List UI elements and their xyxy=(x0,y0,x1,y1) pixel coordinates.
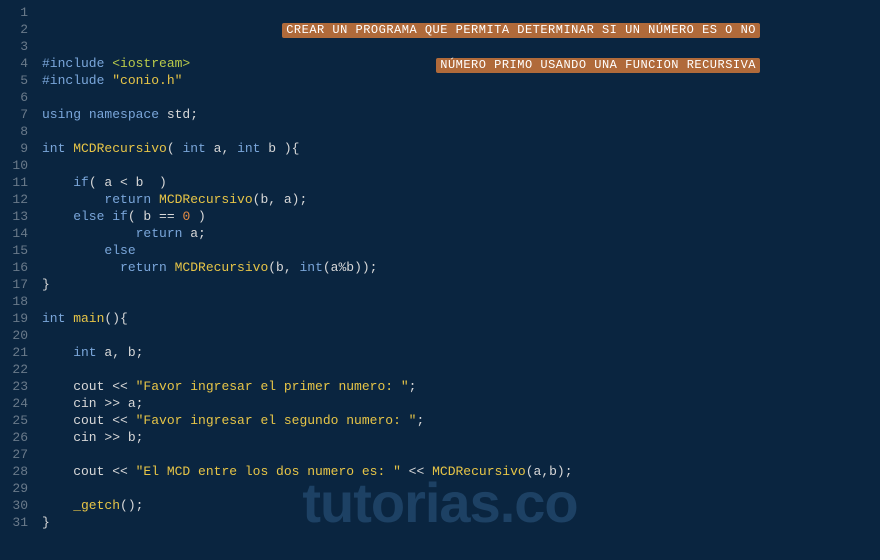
line-number: 10 xyxy=(0,157,28,174)
line-number: 1 xyxy=(0,4,28,21)
code-editor[interactable]: 1 2 3 4 5 6 7 8 9 10 11 12 13 14 15 16 1… xyxy=(0,0,880,560)
line-number-gutter: 1 2 3 4 5 6 7 8 9 10 11 12 13 14 15 16 1… xyxy=(0,0,36,560)
line-number: 31 xyxy=(0,514,28,531)
code-line[interactable]: return MCDRecursivo(b, int(a%b)); xyxy=(42,259,880,276)
line-number: 9 xyxy=(0,140,28,157)
code-line[interactable] xyxy=(42,123,880,140)
code-line[interactable] xyxy=(42,21,880,38)
code-line[interactable] xyxy=(42,89,880,106)
code-line[interactable] xyxy=(42,327,880,344)
line-number: 20 xyxy=(0,327,28,344)
code-line[interactable] xyxy=(42,38,880,55)
code-line[interactable]: CREAR UN PROGRAMA QUE PERMITA DETERMINAR… xyxy=(42,4,880,21)
line-number: 19 xyxy=(0,310,28,327)
code-line[interactable]: #include <iostream> xyxy=(42,55,880,72)
code-line[interactable]: } xyxy=(42,514,880,531)
code-line[interactable]: int main(){ xyxy=(42,310,880,327)
code-line[interactable]: cin >> b; xyxy=(42,429,880,446)
code-line[interactable]: else if( b == 0 ) xyxy=(42,208,880,225)
line-number: 28 xyxy=(0,463,28,480)
line-number: 4 xyxy=(0,55,28,72)
line-number: 14 xyxy=(0,225,28,242)
code-line[interactable] xyxy=(42,361,880,378)
code-line[interactable]: return a; xyxy=(42,225,880,242)
line-number: 21 xyxy=(0,344,28,361)
line-number: 30 xyxy=(0,497,28,514)
code-line[interactable]: cout << "Favor ingresar el primer numero… xyxy=(42,378,880,395)
line-number: 15 xyxy=(0,242,28,259)
code-line[interactable]: #include "conio.h" xyxy=(42,72,880,89)
code-line[interactable] xyxy=(42,157,880,174)
code-line[interactable]: using namespace std; xyxy=(42,106,880,123)
line-number: 27 xyxy=(0,446,28,463)
code-line[interactable]: return MCDRecursivo(b, a); xyxy=(42,191,880,208)
line-number: 26 xyxy=(0,429,28,446)
code-line[interactable]: } xyxy=(42,276,880,293)
line-number: 22 xyxy=(0,361,28,378)
line-number: 23 xyxy=(0,378,28,395)
line-number: 12 xyxy=(0,191,28,208)
code-line[interactable] xyxy=(42,446,880,463)
line-number: 2 xyxy=(0,21,28,38)
line-number: 29 xyxy=(0,480,28,497)
line-number: 24 xyxy=(0,395,28,412)
line-number: 17 xyxy=(0,276,28,293)
line-number: 7 xyxy=(0,106,28,123)
line-number: 8 xyxy=(0,123,28,140)
code-line[interactable] xyxy=(42,480,880,497)
line-number: 13 xyxy=(0,208,28,225)
code-line[interactable]: cout << "Favor ingresar el segundo numer… xyxy=(42,412,880,429)
line-number: 3 xyxy=(0,38,28,55)
code-line[interactable]: else xyxy=(42,242,880,259)
line-number: 25 xyxy=(0,412,28,429)
code-line[interactable] xyxy=(42,293,880,310)
line-number: 16 xyxy=(0,259,28,276)
line-number: 18 xyxy=(0,293,28,310)
code-line[interactable]: cout << "El MCD entre los dos numero es:… xyxy=(42,463,880,480)
line-number: 6 xyxy=(0,89,28,106)
line-number: 5 xyxy=(0,72,28,89)
code-area[interactable]: CREAR UN PROGRAMA QUE PERMITA DETERMINAR… xyxy=(36,0,880,560)
code-line[interactable]: int a, b; xyxy=(42,344,880,361)
code-line[interactable]: int MCDRecursivo( int a, int b ){ xyxy=(42,140,880,157)
code-line[interactable]: _getch(); xyxy=(42,497,880,514)
code-line[interactable]: cin >> a; xyxy=(42,395,880,412)
code-line[interactable]: if( a < b ) xyxy=(42,174,880,191)
line-number: 11 xyxy=(0,174,28,191)
